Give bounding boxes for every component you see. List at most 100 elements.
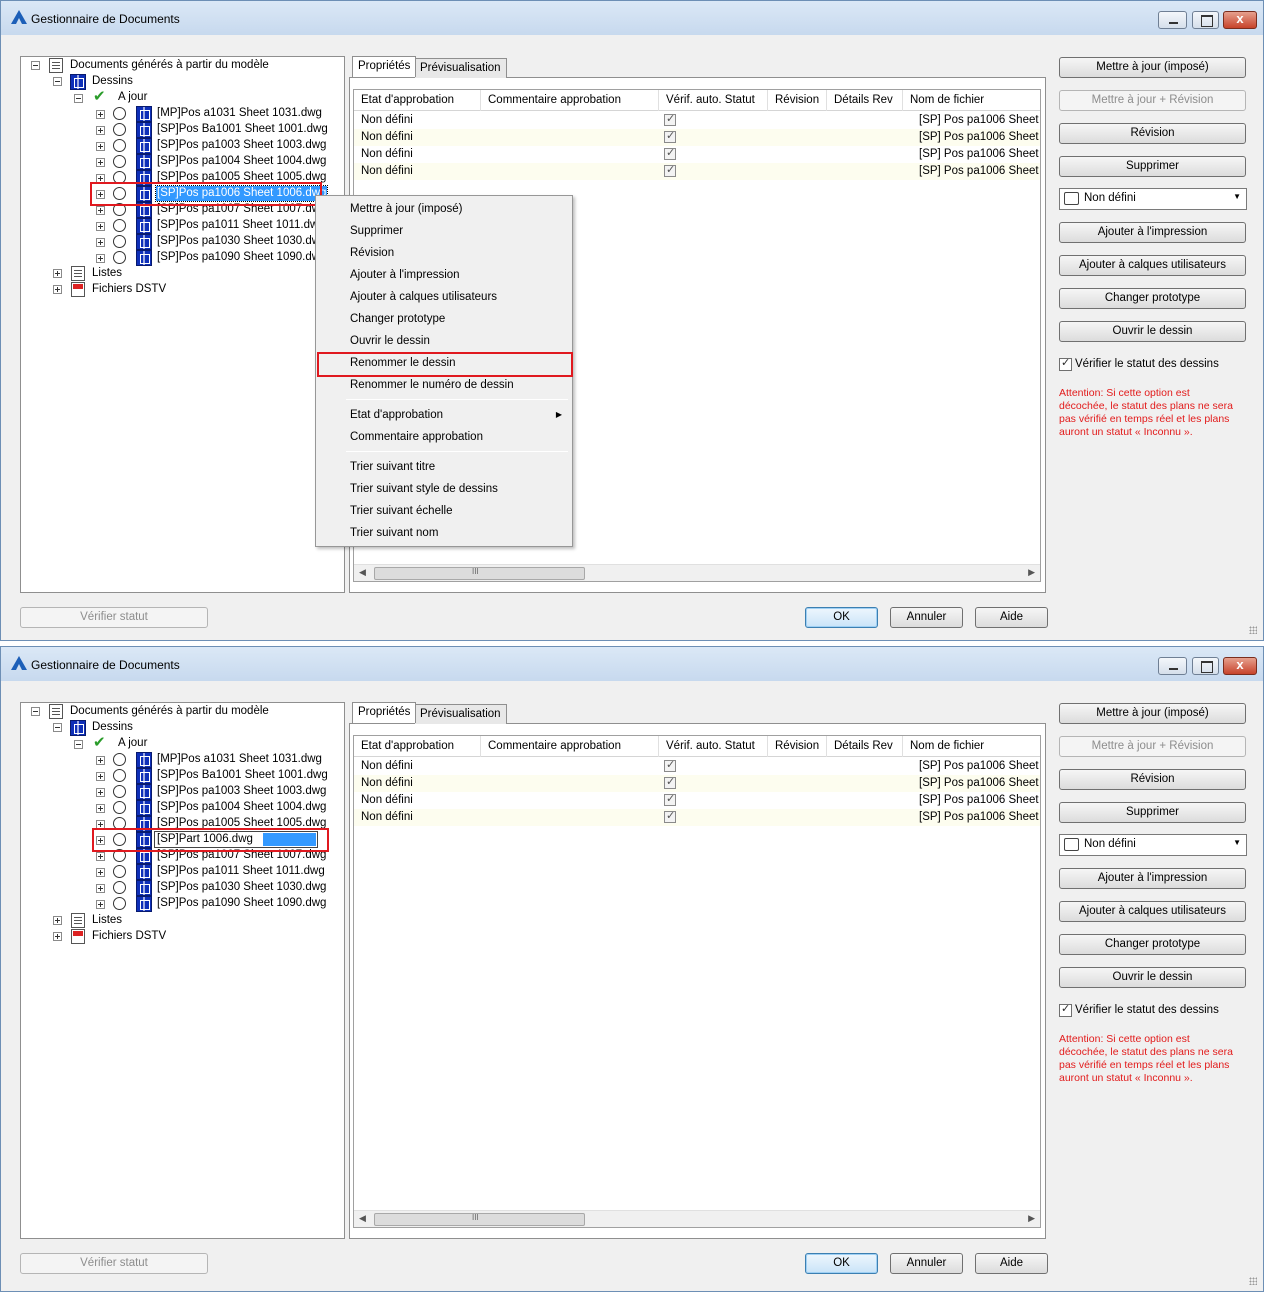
collapse-icon[interactable] — [53, 77, 62, 86]
table-row[interactable]: Non défini [SP] Pos pa1006 Sheet 1 — [354, 758, 1040, 775]
tree-ajour[interactable]: A jour — [118, 736, 147, 751]
close-button[interactable]: x — [1223, 11, 1257, 29]
auto-check-checkbox[interactable] — [664, 758, 676, 772]
scroll-left-icon[interactable]: ◀ — [359, 1213, 366, 1224]
column-header[interactable]: Etat d'approbation — [354, 736, 481, 757]
menu-item-approval-comment[interactable]: Commentaire approbation — [350, 426, 483, 448]
menu-item-sort-name[interactable]: Trier suivant nom — [350, 522, 438, 544]
table-row[interactable]: Non défini [SP] Pos pa1006 Sheet 1 — [354, 163, 1040, 180]
scroll-right-icon[interactable]: ▶ — [1028, 567, 1035, 578]
column-header[interactable]: Vérif. auto. Statut — [659, 90, 768, 111]
horizontal-scrollbar[interactable]: ◀ III ▶ — [354, 1210, 1040, 1227]
resize-grip-icon[interactable] — [1249, 626, 1257, 634]
tree-item-label[interactable]: [SP]Pos pa1011 Sheet 1011.dwg — [157, 218, 325, 233]
expand-icon[interactable] — [96, 868, 105, 877]
expand-icon[interactable] — [96, 900, 105, 909]
expand-icon[interactable] — [53, 269, 62, 278]
delete-button[interactable]: Supprimer — [1059, 802, 1246, 823]
tree-item-label[interactable]: [SP]Pos pa1090 Sheet 1090.dwg — [157, 250, 326, 265]
menu-item-update-forced[interactable]: Mettre à jour (imposé) — [350, 198, 462, 220]
resize-grip-icon[interactable] — [1249, 1277, 1257, 1285]
column-header[interactable]: Etat d'approbation — [354, 90, 481, 111]
minimize-button[interactable] — [1158, 657, 1187, 675]
menu-item-open-drawing[interactable]: Ouvrir le dessin — [350, 330, 430, 352]
expand-icon[interactable] — [96, 126, 105, 135]
verify-status-checkbox[interactable] — [1059, 356, 1072, 371]
column-header[interactable]: Nom de fichier — [903, 736, 1040, 757]
update-revision-button[interactable]: Mettre à jour + Révision — [1059, 736, 1246, 757]
tab-properties[interactable]: Propriétés — [352, 702, 417, 723]
properties-grid[interactable]: Etat d'approbation Commentaire approbati… — [353, 735, 1041, 1228]
column-header[interactable]: Révision — [768, 90, 827, 111]
table-row[interactable]: Non défini [SP] Pos pa1006 Sheet 1 — [354, 129, 1040, 146]
tree-item-label[interactable]: [MP]Pos a1031 Sheet 1031.dwg — [157, 106, 322, 121]
help-button[interactable]: Aide — [975, 1253, 1048, 1274]
maximize-button[interactable] — [1192, 657, 1219, 675]
expand-icon[interactable] — [96, 788, 105, 797]
menu-item-revision[interactable]: Révision — [350, 242, 394, 264]
tree-item-label[interactable]: [SP]Pos pa1004 Sheet 1004.dwg — [157, 800, 326, 815]
expand-icon[interactable] — [53, 916, 62, 925]
expand-icon[interactable] — [96, 110, 105, 119]
approval-state-select[interactable]: Non défini ▼ — [1059, 188, 1247, 210]
column-header[interactable]: Nom de fichier — [903, 90, 1040, 111]
expand-icon[interactable] — [96, 804, 105, 813]
tree-dstv[interactable]: Fichiers DSTV — [92, 929, 166, 944]
expand-icon[interactable] — [96, 884, 105, 893]
auto-check-checkbox[interactable] — [664, 112, 676, 126]
expand-icon[interactable] — [96, 206, 105, 215]
collapse-icon[interactable] — [74, 740, 83, 749]
menu-item-add-layers[interactable]: Ajouter à calques utilisateurs — [350, 286, 497, 308]
expand-icon[interactable] — [96, 158, 105, 167]
minimize-button[interactable] — [1158, 11, 1187, 29]
tree-item-label[interactable]: [SP]Pos Ba1001 Sheet 1001.dwg — [157, 122, 328, 137]
verify-status-button[interactable]: Vérifier statut — [20, 1253, 208, 1274]
menu-item-approval-state[interactable]: Etat d'approbation — [350, 404, 443, 426]
cancel-button[interactable]: Annuler — [890, 1253, 963, 1274]
menu-item-rename-number[interactable]: Renommer le numéro de dessin — [350, 374, 514, 396]
expand-icon[interactable] — [53, 285, 62, 294]
tab-preview[interactable]: Prévisualisation — [414, 704, 507, 724]
menu-item-delete[interactable]: Supprimer — [350, 220, 403, 242]
expand-icon[interactable] — [96, 238, 105, 247]
tree-item-label[interactable]: [MP]Pos a1031 Sheet 1031.dwg — [157, 752, 322, 767]
tab-preview[interactable]: Prévisualisation — [414, 58, 507, 78]
auto-check-checkbox[interactable] — [664, 129, 676, 143]
table-row[interactable]: Non défini [SP] Pos pa1006 Sheet 1 — [354, 146, 1040, 163]
tree-listes[interactable]: Listes — [92, 913, 122, 928]
table-row[interactable]: Non défini [SP] Pos pa1006 Sheet 1 — [354, 775, 1040, 792]
ok-button[interactable]: OK — [805, 1253, 878, 1274]
expand-icon[interactable] — [96, 254, 105, 263]
menu-item-sort-style[interactable]: Trier suivant style de dessins — [350, 478, 498, 500]
scroll-thumb[interactable] — [374, 567, 585, 580]
tree-item-label[interactable]: [SP]Pos pa1003 Sheet 1003.dwg — [157, 138, 326, 153]
collapse-icon[interactable] — [31, 707, 40, 716]
add-layers-button[interactable]: Ajouter à calques utilisateurs — [1059, 901, 1246, 922]
revision-button[interactable]: Révision — [1059, 123, 1246, 144]
column-header[interactable]: Vérif. auto. Statut — [659, 736, 768, 757]
tree-item-label[interactable]: [SP]Pos pa1030 Sheet 1030.dwg — [157, 234, 326, 249]
collapse-icon[interactable] — [74, 94, 83, 103]
add-print-button[interactable]: Ajouter à l'impression — [1059, 868, 1246, 889]
delete-button[interactable]: Supprimer — [1059, 156, 1246, 177]
ok-button[interactable]: OK — [805, 607, 878, 628]
table-row[interactable]: Non défini [SP] Pos pa1006 Sheet 1 — [354, 792, 1040, 809]
verify-status-button[interactable]: Vérifier statut — [20, 607, 208, 628]
menu-item-add-print[interactable]: Ajouter à l'impression — [350, 264, 460, 286]
approval-state-select[interactable]: Non défini ▼ — [1059, 834, 1247, 856]
add-layers-button[interactable]: Ajouter à calques utilisateurs — [1059, 255, 1246, 276]
tree-item-label[interactable]: [SP]Pos pa1004 Sheet 1004.dwg — [157, 154, 326, 169]
revision-button[interactable]: Révision — [1059, 769, 1246, 790]
menu-item-sort-title[interactable]: Trier suivant titre — [350, 456, 435, 478]
collapse-icon[interactable] — [31, 61, 40, 70]
expand-icon[interactable] — [96, 142, 105, 151]
close-button[interactable]: x — [1223, 657, 1257, 675]
horizontal-scrollbar[interactable]: ◀ III ▶ — [354, 564, 1040, 581]
expand-icon[interactable] — [96, 756, 105, 765]
expand-icon[interactable] — [96, 852, 105, 861]
scroll-left-icon[interactable]: ◀ — [359, 567, 366, 578]
auto-check-checkbox[interactable] — [664, 163, 676, 177]
column-header[interactable]: Commentaire approbation — [481, 90, 659, 111]
open-drawing-button[interactable]: Ouvrir le dessin — [1059, 967, 1246, 988]
table-row[interactable]: Non défini [SP] Pos pa1006 Sheet 1 — [354, 112, 1040, 129]
